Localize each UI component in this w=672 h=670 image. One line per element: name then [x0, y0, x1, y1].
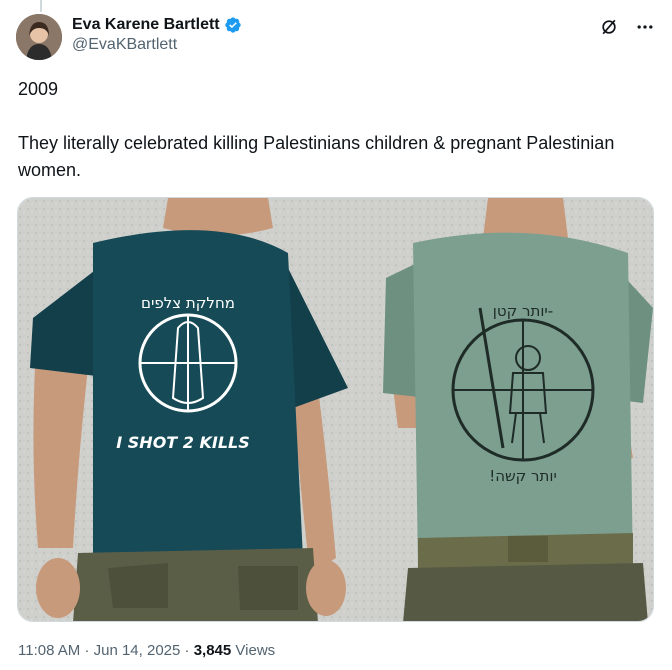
tweet-text-line-2: They literally celebrated killing Palest… [18, 133, 615, 180]
more-icon[interactable] [634, 16, 656, 38]
tweet-date[interactable]: Jun 14, 2025 [94, 642, 181, 659]
tweet-media-photo[interactable]: מחלקת צלפים I SHOT 2 KILLS יותר קטן- !יו… [17, 197, 654, 622]
tweet-time[interactable]: 11:08 AM [18, 642, 80, 659]
grok-icon[interactable] [598, 16, 620, 38]
tweet-text: 2009 They literally celebrated killing P… [18, 76, 654, 184]
tweet: Eva Karene Bartlett @EvaKBartlett 2009 T… [0, 0, 672, 670]
right-person: יותר קטן- !יותר קשה [383, 198, 653, 621]
right-shirt-bottom-text: !יותר קשה [489, 467, 557, 485]
views-count: 3,845 [193, 642, 232, 659]
left-shirt-text: I SHOT 2 KILLS [116, 433, 250, 452]
meta-separator: · [84, 642, 90, 659]
tweet-header: Eva Karene Bartlett @EvaKBartlett [16, 14, 656, 62]
tweet-text-line-1: 2009 [18, 79, 59, 99]
meta-separator-2: · [184, 642, 190, 659]
author-handle[interactable]: @EvaKBartlett [72, 36, 242, 54]
display-name[interactable]: Eva Karene Bartlett [72, 16, 220, 34]
avatar[interactable] [16, 14, 62, 60]
right-shirt-top-text: יותר קטן- [493, 302, 553, 320]
header-actions [598, 16, 656, 38]
author-names: Eva Karene Bartlett @EvaKBartlett [72, 16, 242, 54]
verified-badge-icon [224, 16, 242, 34]
views-label: Views [235, 642, 276, 659]
thread-line [40, 0, 42, 12]
tweet-meta: 11:08 AM · Jun 14, 2025 · 3,845 Views [18, 642, 275, 659]
left-shirt-hebrew: מחלקת צלפים [141, 294, 235, 312]
